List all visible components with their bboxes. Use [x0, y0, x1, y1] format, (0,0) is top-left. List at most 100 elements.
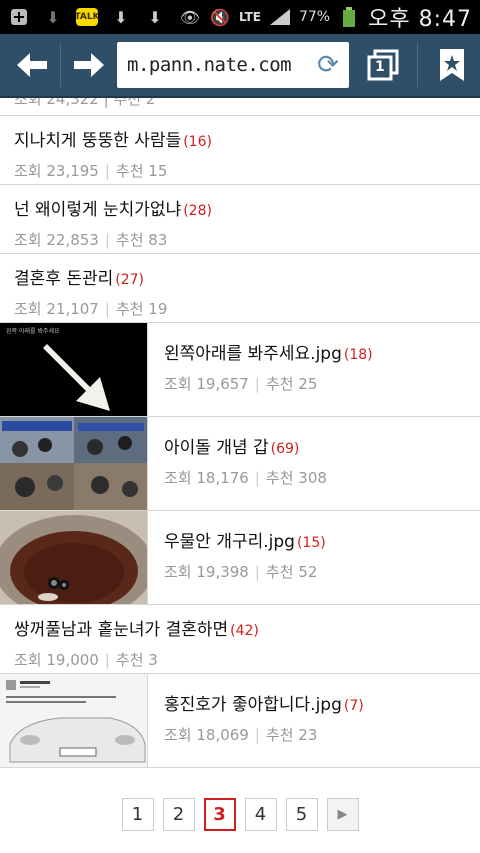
status-bar: ⬇ TALK ⬇ ⬇ 👁 🔇 LTE 77% 오후 8:47 — [0, 0, 480, 34]
eye-icon: 👁 — [179, 7, 201, 27]
page-3-button[interactable]: 3 — [203, 798, 236, 831]
post-list: 조회 24,322 | 추천 2 지나치게 뚱뚱한 사람들 (16) 조회 23,… — [0, 98, 480, 853]
download-icon-2: ⬇ — [148, 7, 162, 27]
post-title-text: 왼쪽아래를 봐주세요.jpg — [164, 344, 342, 364]
post-meta: 조회 19,657 | 추천 25 — [164, 375, 318, 393]
comment-count: (7) — [343, 698, 364, 714]
page-2-button[interactable]: 2 — [162, 798, 195, 831]
crowd-photo-image — [0, 417, 147, 510]
url-text[interactable]: m.pann.nate.com — [127, 54, 313, 76]
list-item[interactable]: 결혼후 돈관리 (27) 조회 21,107 | 추천 19 — [0, 254, 480, 323]
comment-count: (18) — [343, 347, 373, 363]
signal-icon — [269, 6, 291, 28]
page-5-button[interactable]: 5 — [285, 798, 318, 831]
like-count: 추천 25 — [265, 375, 318, 393]
post-title[interactable]: 홍진호가 좋아합니다.jpg (7) — [164, 690, 364, 715]
post-title[interactable]: 우물안 개구리.jpg (15) — [164, 527, 326, 552]
battery-charging-icon — [338, 6, 360, 28]
post-meta: 조회 23,195 | 추천 15 — [14, 162, 168, 180]
list-item[interactable]: 홍진호가 좋아합니다.jpg (7) 조회 18,069 | 추천 23 — [0, 674, 480, 768]
post-title[interactable]: 아이돌 개념 갑 (69) — [164, 433, 327, 458]
post-meta: 조회 22,853 | 추천 83 — [14, 231, 168, 249]
like-count: 추천 15 — [115, 162, 168, 180]
arrow-left-icon — [17, 53, 47, 77]
post-title-text: 결혼후 돈관리 — [14, 269, 114, 289]
list-item[interactable]: 쌍꺼풀남과 홑눈녀가 결혼하면 (42) 조회 19,000 | 추천 3 — [0, 605, 480, 674]
view-count: 조회 21,107 — [14, 300, 99, 318]
post-meta: 조회 21,107 | 추천 19 — [14, 300, 168, 318]
download-dim-icon: ⬇ — [46, 7, 60, 27]
list-item[interactable]: 지나치게 뚱뚱한 사람들 (16) 조회 23,195 | 추천 15 — [0, 116, 480, 185]
comment-count: (16) — [183, 134, 212, 150]
post-thumbnail[interactable] — [0, 417, 148, 510]
like-count: 추천 19 — [115, 300, 168, 318]
download-icon: ⬇ — [114, 7, 128, 27]
next-triangle-icon: ▶ — [337, 807, 348, 822]
post-title-text: 넌 왜이렇게 눈치가없냐 — [14, 200, 182, 220]
post-thumbnail[interactable]: 왼쪽 아래를 봐주세요 — [0, 323, 148, 416]
arrow-right-icon — [74, 53, 104, 77]
tabs-button[interactable]: 1 — [363, 45, 403, 85]
comment-count: (42) — [230, 623, 259, 639]
arrow-down-right-icon — [34, 344, 110, 411]
pagination: 1 2 3 4 5 ▶ — [0, 798, 480, 838]
kakaotalk-icon: TALK — [74, 8, 100, 26]
view-count: 조회 18,176 — [164, 469, 249, 487]
car-photo-image — [0, 674, 147, 767]
post-title[interactable]: 넌 왜이렇게 눈치가없냐 (28) — [14, 195, 466, 220]
comment-count: (28) — [183, 203, 212, 219]
page-4-button[interactable]: 4 — [244, 798, 277, 831]
well-photo-image — [0, 515, 147, 604]
comment-count: (69) — [270, 441, 300, 457]
like-count: 추천 23 — [265, 726, 318, 744]
post-title-text: 지나치게 뚱뚱한 사람들 — [14, 131, 182, 151]
network-type: LTE — [238, 10, 261, 24]
like-count: 추천 83 — [115, 231, 168, 249]
bookmark-star-icon — [440, 49, 464, 81]
post-title-text: 우물안 개구리.jpg — [164, 532, 295, 552]
view-count: 조회 22,853 — [14, 231, 99, 249]
bookmark-button[interactable] — [434, 43, 470, 87]
list-item[interactable]: 우물안 개구리.jpg (15) 조회 19,398 | 추천 52 — [0, 511, 480, 605]
refresh-icon[interactable]: ⟳ — [313, 50, 343, 80]
list-item[interactable]: 넌 왜이렇게 눈치가없냐 (28) 조회 22,853 | 추천 83 — [0, 185, 480, 254]
back-button[interactable] — [10, 43, 54, 87]
post-meta: 조회 18,176 | 추천 308 — [164, 469, 327, 487]
list-item[interactable]: 왼쪽 아래를 봐주세요 왼쪽아래를 봐주세요.jpg (18) 조회 19,657… — [0, 323, 480, 417]
view-count: 조회 18,069 — [164, 726, 249, 744]
post-thumbnail[interactable] — [0, 511, 148, 604]
view-count: 조회 19,398 — [164, 563, 249, 581]
forward-button[interactable] — [67, 43, 111, 87]
toolbar-divider-2 — [417, 43, 418, 87]
post-title[interactable]: 쌍꺼풀남과 홑눈녀가 결혼하면 (42) — [14, 615, 466, 640]
next-page-button[interactable]: ▶ — [326, 798, 359, 831]
mute-icon: 🔇 — [209, 7, 230, 27]
post-thumbnail[interactable] — [0, 674, 148, 767]
list-item[interactable]: 아이돌 개념 갑 (69) 조회 18,176 | 추천 308 — [0, 417, 480, 511]
like-count: 추천 308 — [265, 469, 327, 487]
browser-toolbar: m.pann.nate.com ⟳ 1 — [0, 34, 480, 98]
post-title-text: 홍진호가 좋아합니다.jpg — [164, 695, 342, 715]
url-bar[interactable]: m.pann.nate.com ⟳ — [117, 42, 349, 88]
post-title[interactable]: 결혼후 돈관리 (27) — [14, 264, 466, 289]
post-meta: 조회 19,398 | 추천 52 — [164, 563, 318, 581]
post-title-text: 아이돌 개념 갑 — [164, 438, 269, 458]
post-meta: 조회 19,000 | 추천 3 — [14, 651, 158, 669]
battery-percent: 77% — [298, 9, 331, 25]
view-count: 조회 19,000 — [14, 651, 99, 669]
view-count: 조회 19,657 — [164, 375, 249, 393]
post-title[interactable]: 왼쪽아래를 봐주세요.jpg (18) — [164, 339, 373, 364]
view-count: 조회 23,195 — [14, 162, 99, 180]
add-notification-icon — [8, 6, 30, 28]
comment-count: (15) — [296, 535, 326, 551]
toolbar-divider — [60, 43, 61, 87]
list-item-partial[interactable]: 조회 24,322 | 추천 2 — [0, 98, 480, 116]
tabs-count: 1 — [375, 59, 385, 75]
page-1-button[interactable]: 1 — [121, 798, 154, 831]
post-title[interactable]: 지나치게 뚱뚱한 사람들 (16) — [14, 126, 466, 151]
partial-meta: 조회 24,322 | 추천 2 — [14, 98, 156, 108]
post-meta: 조회 18,069 | 추천 23 — [164, 726, 318, 744]
clock: 오후 8:47 — [368, 7, 472, 32]
thumbnail-caption: 왼쪽 아래를 봐주세요 — [6, 328, 60, 335]
like-count: 추천 3 — [115, 651, 158, 669]
